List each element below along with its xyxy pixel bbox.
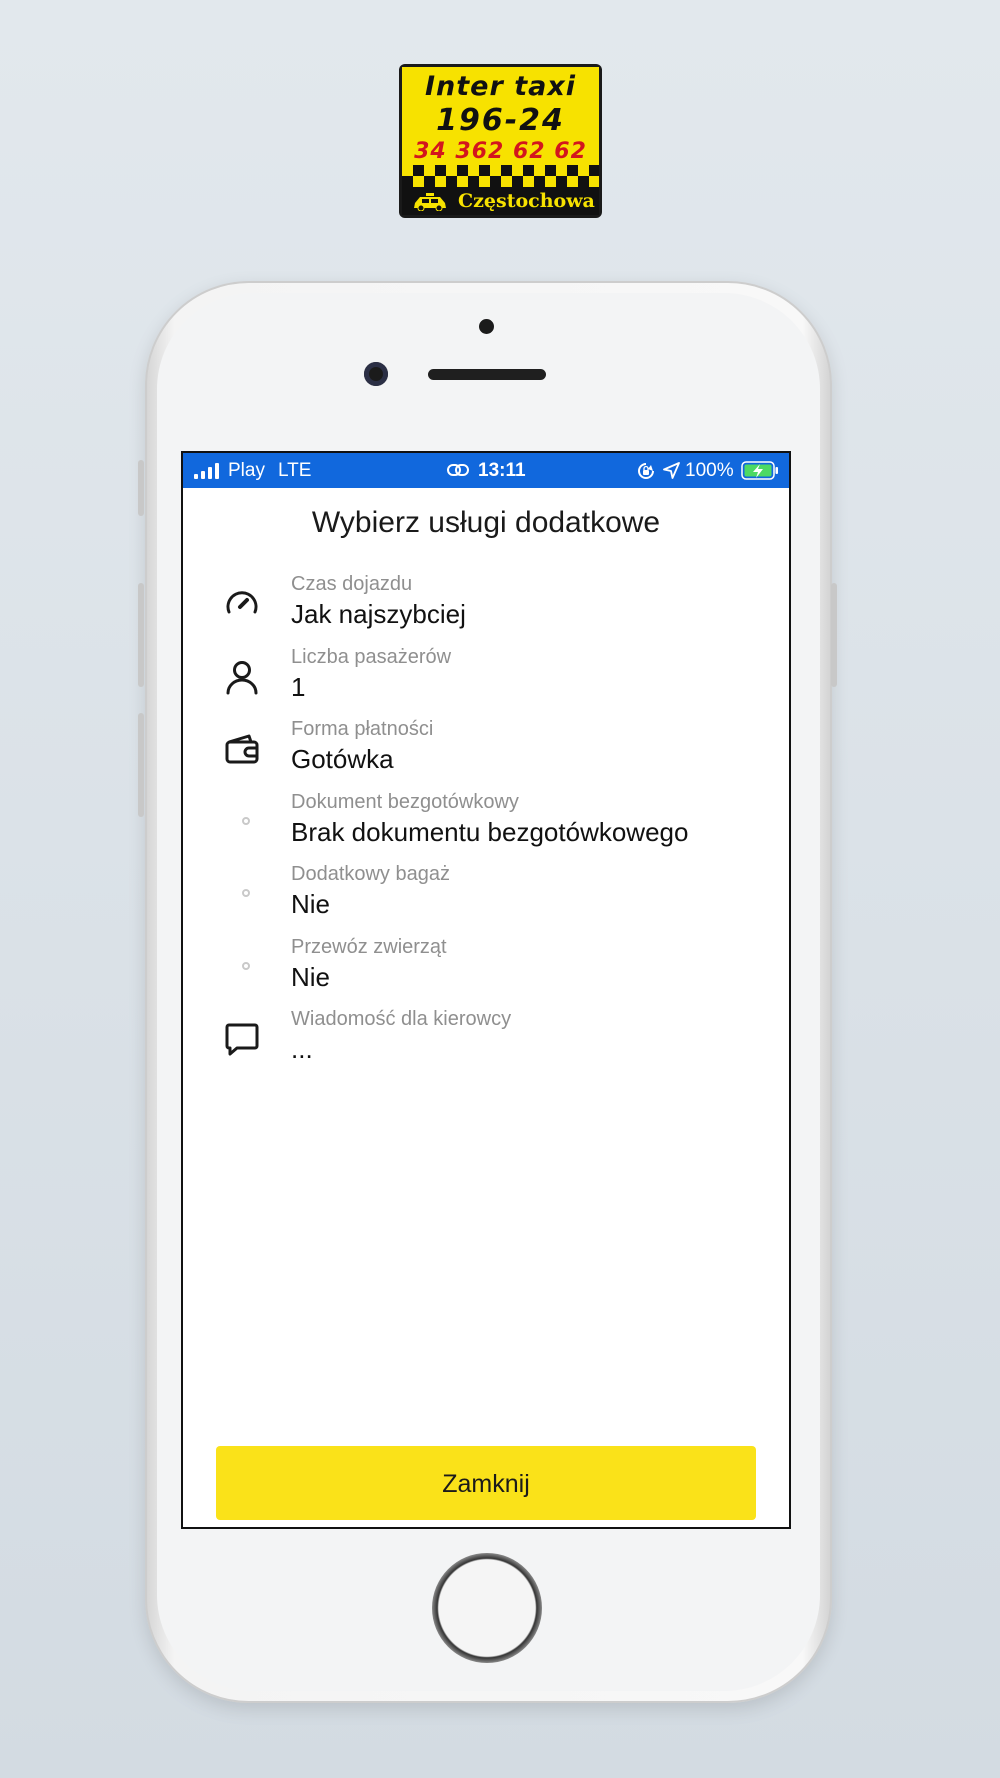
option-row-cashless-document[interactable]: Dokument bezgotówkowy Brak dokumentu bez…: [183, 785, 789, 849]
front-camera: [364, 362, 388, 386]
option-row-extra-luggage[interactable]: Dodatkowy bagaż Nie: [183, 857, 789, 921]
option-value: Nie: [291, 889, 331, 919]
option-row-driver-message[interactable]: Wiadomość dla kierowcy ...: [183, 1002, 789, 1066]
clock: 13:11: [478, 460, 526, 481]
volume-down-button: [138, 713, 144, 817]
person-icon: [226, 661, 258, 695]
earpiece-speaker: [428, 369, 546, 380]
page-title: Wybierz usługi dodatkowe: [311, 506, 661, 539]
option-value: Brak dokumentu bezgotówkowego: [291, 817, 689, 847]
rotation-lock-icon: [638, 463, 654, 479]
option-label: Forma płatności: [291, 718, 434, 740]
option-value: ...: [291, 1034, 313, 1064]
option-value: Jak najszybciej: [291, 599, 466, 629]
battery-charging-icon: [741, 461, 778, 480]
proximity-sensor: [479, 319, 494, 334]
dot-icon: [242, 817, 250, 825]
network-type: LTE: [278, 460, 312, 481]
chat-bubble-icon: [225, 1023, 259, 1056]
dot-icon: [242, 962, 250, 970]
power-button: [831, 583, 837, 687]
taxi-car-icon: [414, 193, 446, 211]
logo-bottom-band: Częstochowa: [402, 187, 599, 215]
logo-brand-text: Inter taxi: [425, 71, 576, 102]
option-label: Wiadomość dla kierowcy: [291, 1008, 512, 1030]
option-row-arrival-time[interactable]: Czas dojazdu Jak najszybciej: [183, 567, 789, 631]
home-button[interactable]: [432, 1553, 542, 1663]
dot-icon: [242, 889, 250, 897]
location-arrow-icon: [663, 462, 680, 479]
status-bar: Play LTE 13:11 100%: [183, 453, 789, 488]
inter-taxi-logo: Inter taxi 196-24 34 362 62 62 Częstocho…: [399, 64, 602, 218]
option-label: Dodatkowy bagaż: [291, 863, 450, 885]
volume-up-button: [138, 583, 144, 687]
carrier-name: Play: [228, 460, 265, 481]
logo-city-name: Częstochowa: [458, 190, 595, 212]
option-row-pets[interactable]: Przewóz zwierząt Nie: [183, 930, 789, 994]
logo-phone-number: 34 362 62 62: [414, 139, 587, 164]
option-label: Czas dojazdu: [291, 573, 413, 595]
mute-switch: [138, 460, 144, 516]
option-label: Przewóz zwierząt: [291, 936, 447, 958]
signal-icon: [194, 463, 219, 479]
option-row-passengers[interactable]: Liczba pasażerów 1: [183, 640, 789, 704]
battery-percentage: 100%: [685, 460, 734, 481]
option-row-payment[interactable]: Forma płatności Gotówka: [183, 712, 789, 776]
logo-short-number: 196-24: [436, 103, 565, 138]
wallet-icon: [225, 734, 259, 764]
logo-yellow-panel: Inter taxi 196-24 34 362 62 62: [402, 67, 599, 167]
option-value: Gotówka: [291, 744, 394, 774]
app-screen: Play LTE 13:11 100% Wybierz usługi dodat…: [181, 451, 791, 1529]
option-label: Dokument bezgotówkowy: [291, 791, 519, 813]
close-button[interactable]: Zamknij: [216, 1446, 756, 1520]
option-value: 1: [291, 672, 306, 702]
speedometer-icon: [226, 591, 258, 614]
logo-checker-stripe: [402, 165, 599, 187]
link-icon: [447, 464, 469, 476]
option-value: Nie: [291, 962, 331, 992]
option-label: Liczba pasażerów: [291, 646, 452, 668]
